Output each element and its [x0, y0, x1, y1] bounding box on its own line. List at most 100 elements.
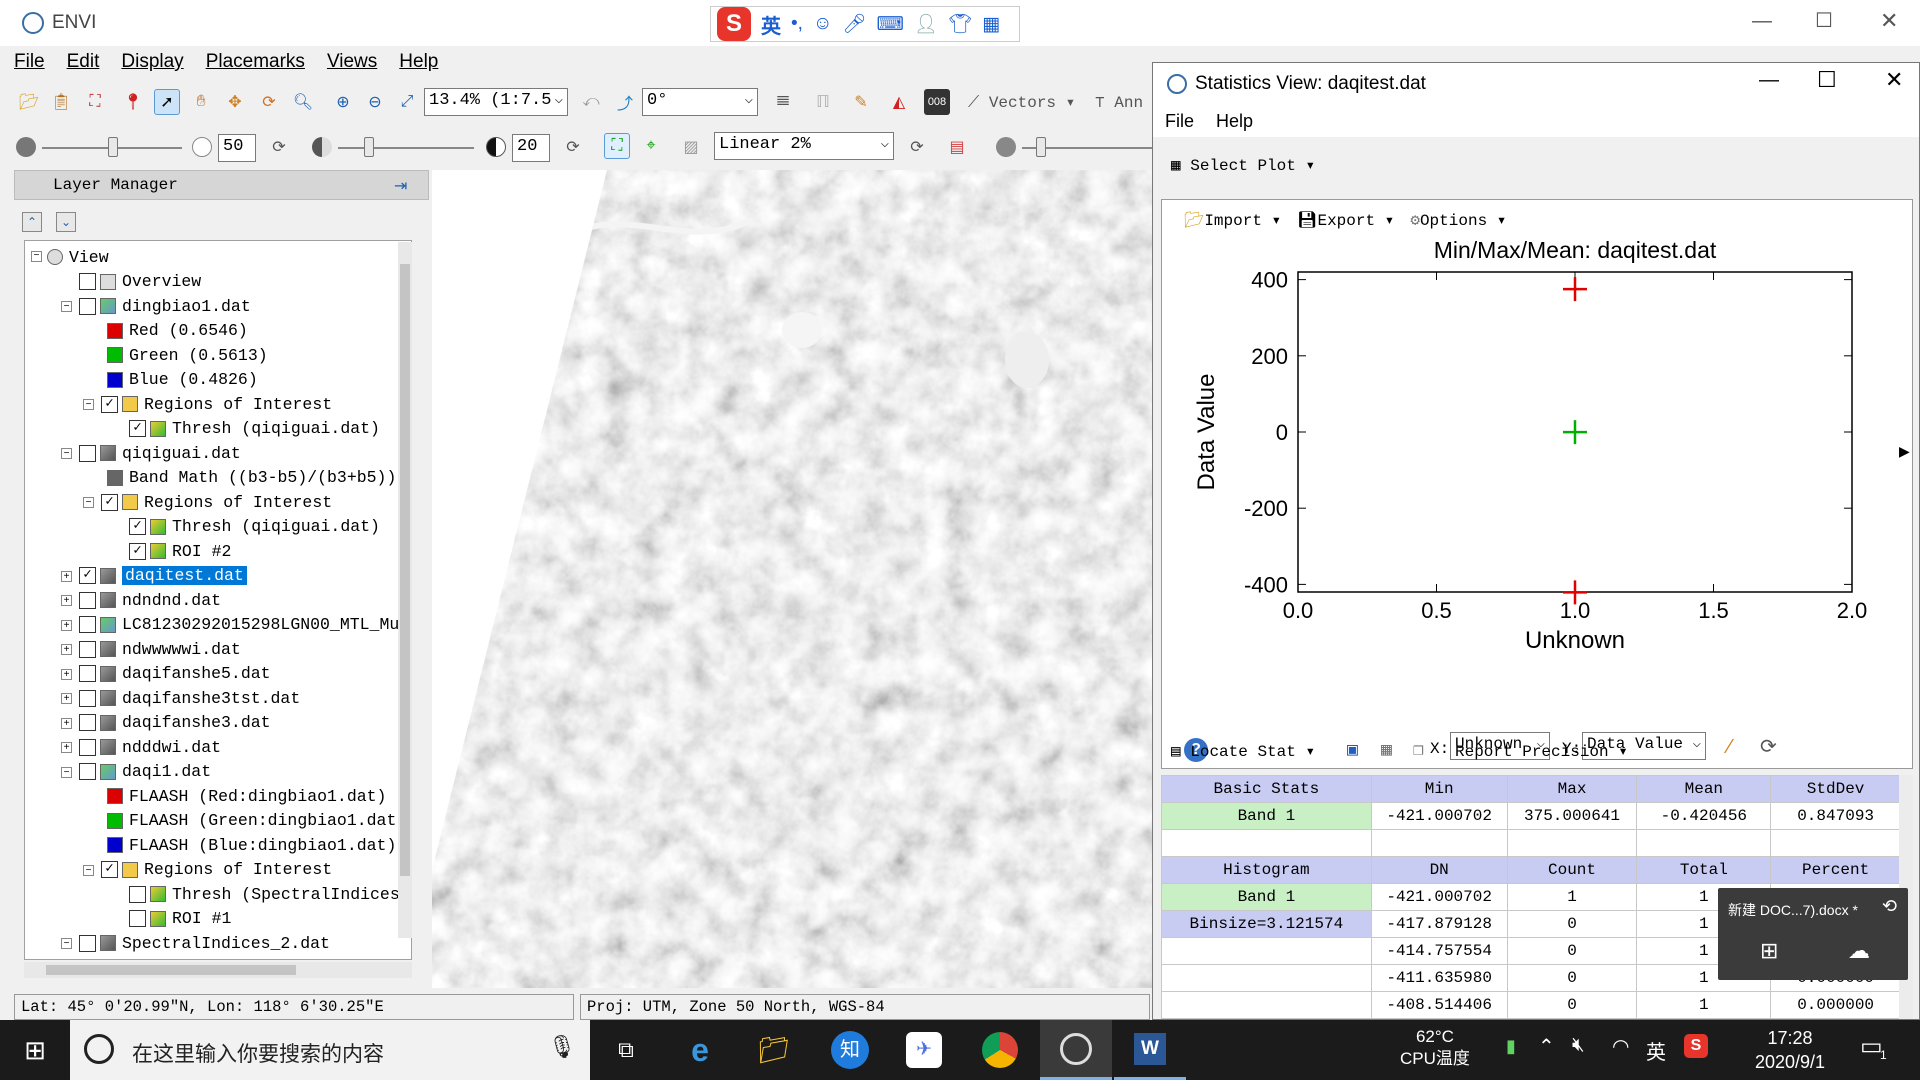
layer-tree-row[interactable]: FLAASH (Red:dingbiao1.dat) (C — [107, 784, 411, 808]
menu-placemarks[interactable]: Placemarks — [206, 51, 305, 73]
ime-lang[interactable]: 英 — [761, 10, 781, 39]
select-plot-button[interactable]: ▦ Select Plot ▾ — [1171, 155, 1315, 175]
layer-checkbox[interactable] — [79, 689, 96, 707]
layer-checkbox[interactable]: ✓ — [129, 420, 146, 437]
reset-brightness-icon[interactable]: ⟳ — [266, 134, 292, 160]
options-button[interactable]: ⚙Options ▾ — [1410, 210, 1506, 230]
close-icon[interactable]: ✕ — [1880, 8, 1898, 34]
expand-toggle-icon[interactable]: + — [61, 644, 72, 655]
layer-tree-row[interactable]: qiqiguai.dat — [79, 441, 241, 465]
layer-tree-row[interactable]: − View — [31, 245, 109, 269]
layer-tree-row[interactable]: ✓ Regions of Interest — [101, 858, 332, 882]
layer-tree-row[interactable]: ✓ Thresh (qiqiguai.dat) — [129, 515, 380, 539]
layer-tree-row[interactable]: daqifanshe5.dat — [79, 662, 271, 686]
layer-tree-row[interactable]: SpectralIndices_2.dat — [79, 931, 330, 955]
chrome-button[interactable] — [964, 1020, 1036, 1080]
clock[interactable]: 17:28 2020/9/1 — [1740, 1026, 1840, 1074]
envi-taskbar-button[interactable] — [1040, 1020, 1112, 1080]
layer-checkbox[interactable] — [79, 665, 96, 682]
ime-toolbar[interactable]: S 英 •, ☺ 🎤︎ ⌨ 👤︎ 👕︎ ▦ — [710, 6, 1020, 42]
tree-hscroll[interactable] — [24, 962, 412, 978]
layer-checkbox[interactable] — [79, 444, 96, 462]
view-extent-icon[interactable]: ⌖ — [638, 133, 664, 159]
expand-toggle-icon[interactable]: + — [61, 742, 72, 753]
edge-button[interactable]: e — [664, 1020, 736, 1080]
brightness-slider-thumb[interactable] — [108, 137, 118, 157]
rotation-combo[interactable]: 0° ⌵ — [642, 88, 758, 116]
layer-tree-row[interactable]: ✓ daqitest.dat — [79, 564, 247, 588]
export-button[interactable]: 💾︎Export ▾ — [1297, 210, 1394, 230]
layer-checkbox[interactable]: ✓ — [101, 861, 118, 878]
layer-tree-row[interactable]: ✓ Regions of Interest — [101, 490, 332, 514]
expand-toggle-icon[interactable]: − — [61, 301, 72, 312]
view-grid-icon[interactable]: ▦ — [1381, 739, 1392, 761]
taskbar-search[interactable]: 在这里输入你要搜索的内容 🎙︎ — [70, 1020, 590, 1080]
layer-checkbox[interactable] — [79, 738, 96, 756]
layer-checkbox[interactable] — [129, 885, 146, 903]
layer-tree-row[interactable]: ✓ Regions of Interest — [101, 392, 332, 416]
layer-tree-row[interactable]: Overview — [79, 270, 201, 294]
explorer-button[interactable]: 📁︎ — [738, 1020, 810, 1080]
layer-tree-row[interactable]: ✓ Thresh (qiqiguai.dat) — [129, 417, 380, 441]
layer-tree-row[interactable]: FLAASH (Green:dingbiao1.dat) — [107, 809, 406, 833]
zoom-icon[interactable]: 🔍︎ — [290, 89, 316, 115]
contrast-slider-track[interactable] — [338, 147, 474, 149]
brightness-input[interactable]: 50 — [218, 134, 256, 162]
transparency-slider-thumb[interactable] — [1036, 137, 1046, 157]
expand-toggle-icon[interactable]: + — [61, 595, 72, 606]
rotate-north-icon[interactable]: ⤴ — [612, 89, 638, 115]
skin-icon[interactable]: 👕︎ — [948, 12, 972, 36]
pin-icon[interactable]: ⇥ — [394, 176, 407, 196]
layer-checkbox[interactable] — [79, 934, 96, 952]
layer-tree-row[interactable]: daqifanshe3tst.dat — [79, 686, 300, 710]
clipboard-icon[interactable]: 📋︎ — [48, 89, 74, 115]
bird-app-button[interactable]: ✈ — [888, 1020, 960, 1080]
layer-tree-row[interactable]: dingbiao1.dat — [79, 294, 251, 318]
stats-close-icon[interactable]: ✕ — [1885, 67, 1903, 93]
mic-icon[interactable]: 🎤︎ — [842, 12, 866, 36]
expand-toggle-icon[interactable]: − — [83, 399, 94, 410]
keyboard-icon[interactable]: ⌨ — [876, 13, 903, 36]
import-button[interactable]: 📂︎Import ▾ — [1184, 210, 1281, 230]
menu-display[interactable]: Display — [121, 51, 183, 73]
tree-vscroll[interactable] — [398, 242, 412, 938]
locate-stat-button[interactable]: ▤ Locate Stat ▾ — [1171, 741, 1315, 761]
menu-edit[interactable]: Edit — [67, 51, 100, 73]
raster-image[interactable] — [432, 170, 1152, 988]
zoom-out-icon[interactable]: ⊖ — [362, 89, 388, 115]
layer-checkbox[interactable]: ✓ — [79, 567, 96, 584]
image-view[interactable] — [432, 170, 1152, 988]
copy-icon[interactable]: ❐ — [1413, 739, 1424, 761]
color-table-icon[interactable]: ▤ — [944, 134, 970, 160]
expand-toggle-icon[interactable]: − — [83, 497, 94, 508]
layer-tree-row[interactable]: Band Math ((b3-b5)/(b3+b5)) — [107, 466, 396, 490]
layer-checkbox[interactable]: ✓ — [101, 395, 118, 413]
cloud-icon[interactable]: ☁ — [1848, 938, 1870, 964]
pan-icon[interactable]: ✋︎ — [188, 89, 214, 115]
layer-tree-row[interactable]: ✓ ROI #2 — [129, 539, 231, 563]
stretch-combo[interactable]: Linear 2% ⌵ — [714, 132, 894, 160]
punctuation-icon[interactable]: •, — [791, 13, 803, 35]
onedrive-toast[interactable]: 新建 DOC...7).docx * ⟲ ⊞ ☁ — [1718, 888, 1908, 980]
layer-checkbox[interactable] — [79, 763, 96, 780]
cpu-temp[interactable]: 62°C CPU温度 — [1400, 1026, 1470, 1070]
stats-maximize-icon[interactable]: ☐ — [1817, 67, 1837, 93]
layer-checkbox[interactable] — [79, 591, 96, 609]
layer-checkbox[interactable]: ✓ — [129, 542, 146, 560]
expand-toggle-icon[interactable]: + — [61, 693, 72, 704]
rotate-icon[interactable]: ⟳ — [256, 89, 282, 115]
zhihu-button[interactable]: 知 — [814, 1020, 886, 1080]
new-doc-icon[interactable]: ⊞ — [1760, 938, 1778, 964]
refresh-stretch-icon[interactable]: ⟳ — [904, 134, 930, 160]
vectors-button[interactable]: ⟋ Vectors ▾ — [968, 92, 1075, 112]
minmaxmean-chart[interactable]: Min/Max/Mean: daqitest.dat0.0 0.5 1.0 1.5 2.… — [1162, 238, 1912, 708]
ime-indicator[interactable]: 英 — [1646, 1036, 1666, 1065]
stats-menu-file[interactable]: File — [1165, 111, 1194, 132]
layer-tree-row[interactable]: ndwwwwwi.dat — [79, 637, 241, 661]
sogou-tray-icon[interactable]: S — [1684, 1034, 1708, 1058]
zoom-combo[interactable]: 13.4% (1:7.5 ⌵ — [424, 88, 568, 116]
report-precision-button[interactable]: Report Precision ▾ — [1455, 741, 1628, 761]
layer-checkbox[interactable] — [79, 273, 96, 290]
layer-checkbox[interactable] — [129, 910, 146, 927]
expand-toggle-icon[interactable]: + — [61, 668, 72, 680]
